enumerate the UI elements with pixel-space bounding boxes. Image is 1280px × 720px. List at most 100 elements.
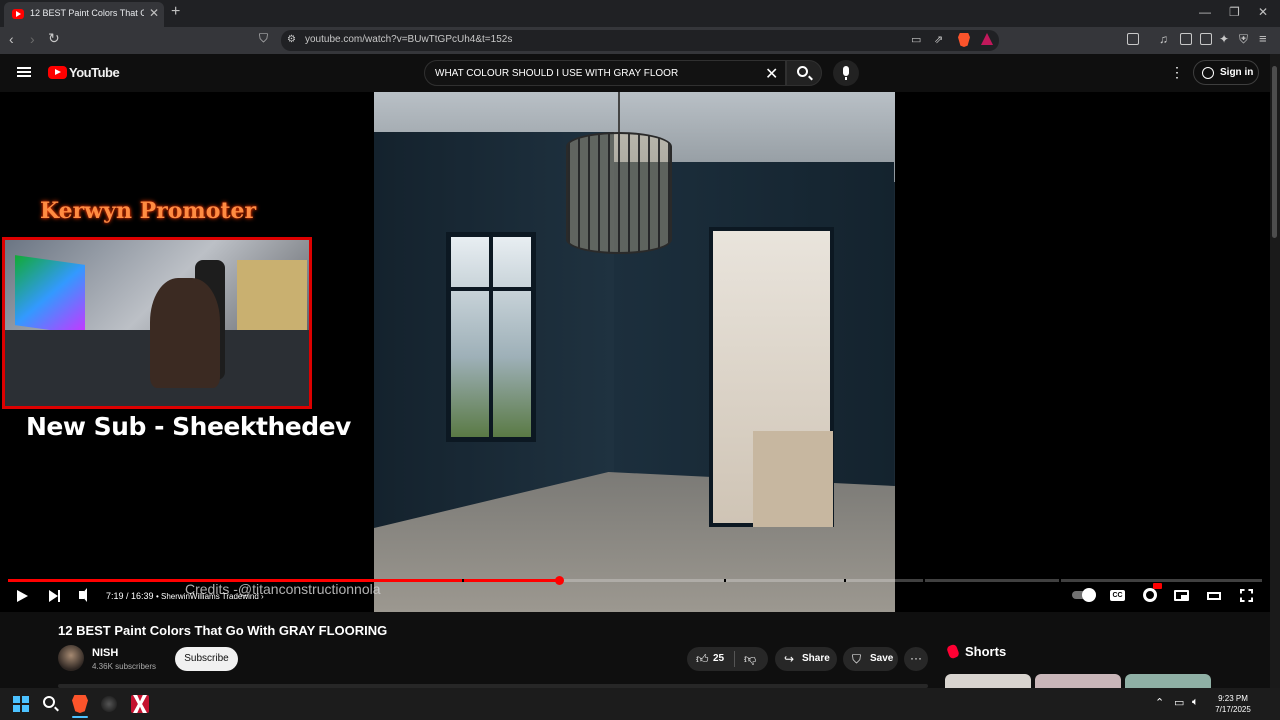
windows-start-icon[interactable] — [13, 696, 29, 712]
play-button[interactable] — [17, 590, 28, 602]
webcam-monitor — [15, 255, 85, 335]
browser-tab-strip: 12 BEST Paint Colors That Go With GRAY F… — [0, 0, 1280, 27]
subscribe-button[interactable]: Subscribe — [175, 647, 238, 671]
tray-overflow-icon[interactable]: ⌃ — [1155, 696, 1164, 709]
restore-button[interactable]: ❐ — [1229, 5, 1240, 19]
sidebar-toggle-icon[interactable] — [1180, 33, 1192, 45]
thumbs-down-icon[interactable]: 👎︎ — [744, 652, 756, 667]
channel-name[interactable]: NISH — [92, 647, 118, 659]
chapter-marker — [724, 579, 727, 582]
cast-icon[interactable]: ▭ — [911, 33, 921, 46]
browser-menu-icon[interactable]: ≡ — [1259, 31, 1267, 46]
miniplayer-button[interactable] — [1174, 590, 1189, 601]
short-thumbnail[interactable] — [945, 674, 1031, 688]
site-info-icon[interactable]: ⚙ — [287, 34, 296, 45]
system-clock[interactable]: 9:23 PM 7/17/2025 — [1212, 693, 1254, 715]
wallet-icon[interactable] — [1200, 33, 1212, 45]
sign-in-label: Sign in — [1220, 67, 1254, 78]
brave-shields-icon[interactable] — [958, 33, 970, 47]
bookmark-icon[interactable]: ⛉ — [259, 31, 268, 46]
more-actions-button[interactable]: ··· — [904, 647, 928, 671]
progress-bar[interactable] — [8, 576, 1262, 585]
youtube-logo-text[interactable]: YouTube — [69, 65, 120, 80]
search-input-value: WHAT COLOUR SHOULD I USE WITH GRAY FLOOR — [435, 68, 679, 79]
captions-button[interactable]: CC — [1110, 590, 1125, 601]
video-player[interactable]: Kerwyn Promoter New Sub - Sheekthedev Cr… — [0, 92, 1270, 612]
speaker-icon[interactable]: 🔈︎ — [1192, 696, 1199, 709]
progress-scrubber[interactable] — [554, 576, 564, 585]
address-bar[interactable]: ⚙ youtube.com/watch?v=BUwTtGPcUh4&t=152s… — [281, 30, 999, 51]
browser-toolbar: ‹ › ↻ ⛉ ⚙ youtube.com/watch?v=BUwTtGPcUh… — [0, 27, 1280, 54]
tab-close-icon[interactable]: ✕ — [149, 6, 159, 20]
page-scrollbar[interactable] — [1270, 54, 1280, 688]
video-frame[interactable] — [374, 92, 895, 612]
chapter-marker — [1058, 579, 1061, 582]
share-label: Share — [802, 653, 830, 664]
taskbar-search-icon[interactable] — [43, 696, 55, 708]
bookmark-save-icon: ⛉ — [852, 652, 862, 666]
youtube-logo-icon[interactable] — [48, 66, 67, 79]
guide-menu-icon[interactable] — [17, 67, 31, 77]
next-video-button[interactable] — [49, 590, 60, 602]
webcam-person — [150, 278, 220, 388]
settings-menu-icon[interactable]: ⋮ — [1170, 64, 1184, 81]
windows-taskbar: ⌃ ▭ 🔈︎ 9:23 PM 7/17/2025 — [0, 688, 1280, 720]
chapter-marker — [923, 579, 926, 582]
volume-icon[interactable] — [79, 588, 87, 602]
settings-gear-icon[interactable] — [1143, 583, 1162, 602]
channel-avatar[interactable] — [58, 645, 84, 671]
account-icon — [1202, 67, 1214, 79]
like-count[interactable]: 25 — [713, 653, 724, 664]
vpn-shield-icon[interactable]: ⛨ — [1239, 32, 1248, 47]
theater-mode-button[interactable] — [1207, 592, 1221, 600]
media-control-icon[interactable]: ♫ — [1159, 32, 1168, 46]
chandelier — [566, 132, 672, 254]
close-window-button[interactable]: ✕ — [1258, 5, 1268, 19]
voice-search-button[interactable] — [833, 60, 859, 86]
autoplay-toggle[interactable] — [1072, 588, 1096, 602]
fullscreen-button[interactable] — [1240, 589, 1253, 602]
share-button[interactable]: ↪ Share — [775, 647, 837, 671]
chandelier-chain — [618, 92, 620, 132]
sign-in-button[interactable]: Sign in — [1193, 60, 1259, 85]
network-icon[interactable]: ▭ — [1174, 696, 1184, 709]
browser-tab[interactable]: 12 BEST Paint Colors That Go With GRAY F… — [4, 2, 164, 27]
chapter-title[interactable]: • SherwinWilliams Tradewind › — [156, 592, 264, 601]
search-input[interactable]: WHAT COLOUR SHOULD I USE WITH GRAY FLOOR… — [424, 60, 786, 86]
youtube-favicon-icon — [12, 9, 24, 19]
scrollbar-thumb[interactable] — [1272, 66, 1277, 238]
microphone-icon — [843, 66, 849, 80]
new-tab-button[interactable]: + — [171, 3, 180, 21]
webcam-overlay — [2, 237, 312, 409]
search-button[interactable] — [786, 60, 822, 86]
chapter-marker — [844, 579, 847, 582]
brave-rewards-icon[interactable] — [981, 33, 993, 45]
progress-played — [8, 579, 559, 582]
shorts-icon — [946, 643, 960, 660]
leo-ai-icon[interactable]: ✦ — [1219, 32, 1229, 46]
extension-icon[interactable] — [1127, 33, 1139, 45]
thumbs-up-icon[interactable]: 👍︎ — [696, 652, 709, 667]
youtube-header: YouTube WHAT COLOUR SHOULD I USE WITH GR… — [0, 54, 1270, 92]
minimize-button[interactable]: — — [1199, 5, 1211, 19]
time-display: 7:19 / 16:39 — [106, 591, 154, 601]
video-title: 12 BEST Paint Colors That Go With GRAY F… — [58, 623, 388, 638]
active-app-indicator — [72, 716, 88, 718]
room-doorway — [709, 227, 834, 527]
reload-button[interactable]: ↻ — [48, 30, 60, 47]
share-page-icon[interactable]: ⇗ — [934, 33, 943, 46]
clear-search-icon[interactable]: ✕ — [765, 64, 778, 84]
save-button[interactable]: ⛉ Save — [843, 647, 898, 671]
clock-date: 7/17/2025 — [1215, 705, 1251, 714]
tab-title: 12 BEST Paint Colors That Go With GRAY F… — [30, 8, 144, 18]
forward-button[interactable]: › — [30, 31, 35, 47]
clock-time: 9:23 PM — [1218, 694, 1248, 703]
room-window — [446, 232, 536, 442]
brave-browser-icon[interactable] — [72, 695, 88, 713]
save-label: Save — [870, 653, 894, 664]
short-thumbnail[interactable] — [1125, 674, 1211, 688]
taskbar-app-icon[interactable] — [101, 696, 117, 712]
back-button[interactable]: ‹ — [9, 31, 14, 47]
short-thumbnail[interactable] — [1035, 674, 1121, 688]
url-text: youtube.com/watch?v=BUwTtGPcUh4&t=152s — [305, 34, 513, 45]
